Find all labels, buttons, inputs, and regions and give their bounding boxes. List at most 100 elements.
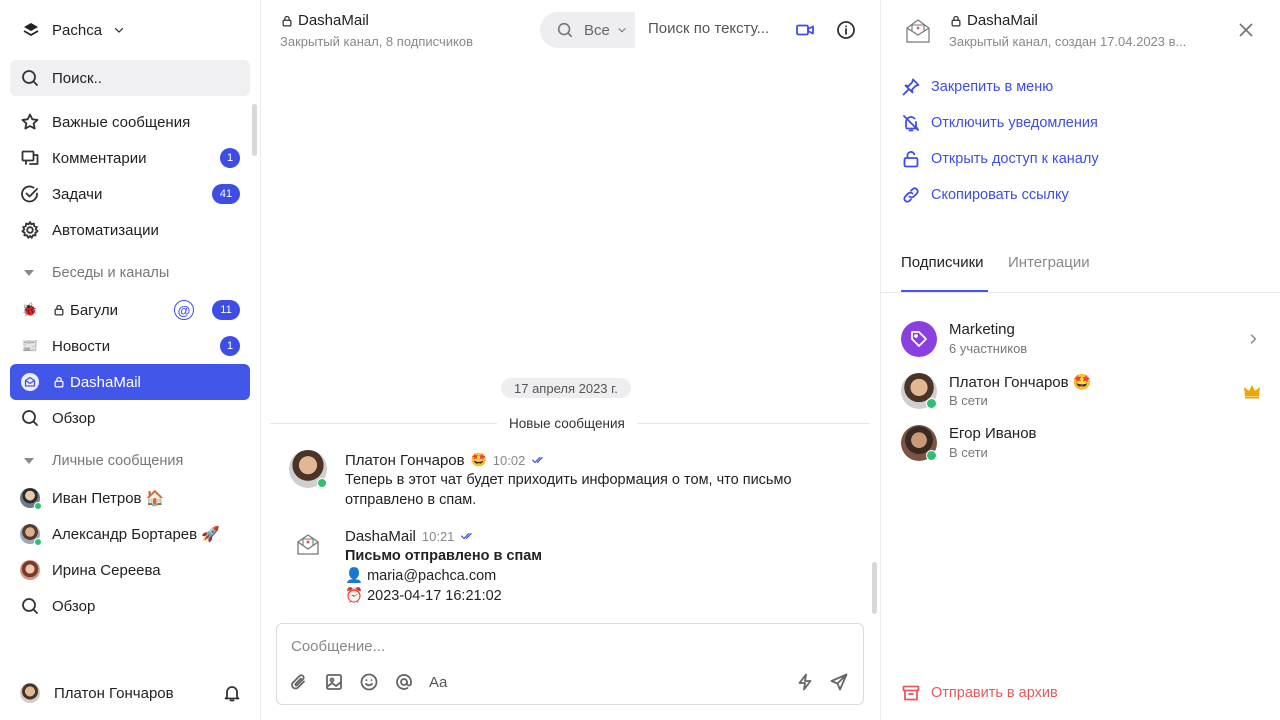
member-name: Егор Иванов — [949, 425, 1037, 442]
sidebar-item-label: Обзор — [52, 597, 96, 615]
text-search-input[interactable]: Поиск по тексту... — [648, 20, 769, 37]
section-label: Личные сообщения — [52, 453, 184, 469]
chevron-down-icon — [618, 28, 626, 33]
bell-icon[interactable] — [222, 683, 242, 703]
details-title: DashaMail — [949, 12, 1038, 29]
active-tab-underline — [901, 290, 988, 292]
action-label: Открыть доступ к каналу — [931, 151, 1099, 167]
sidebar-item-channels-overview[interactable]: Обзор — [10, 400, 250, 436]
smiley-icon[interactable] — [359, 672, 379, 692]
message-composer[interactable]: Сообщение... Aa — [276, 623, 864, 705]
sidebar-item-comments[interactable]: Комментарии 1 — [10, 140, 250, 176]
star-icon — [21, 113, 39, 130]
text-format-button[interactable]: Aa — [429, 674, 449, 691]
avatar — [20, 560, 40, 580]
chat-scrollbar[interactable] — [872, 562, 877, 614]
newspaper-emoji-icon: 📰 — [21, 338, 39, 353]
unread-badge: 11 — [212, 300, 240, 320]
lock-icon — [54, 304, 64, 316]
sidebar-item-channel-baguli[interactable]: 🐞 Багули @ 11 — [10, 292, 250, 328]
copy-link-button[interactable]: Скопировать ссылку — [901, 185, 1069, 205]
current-user-avatar — [20, 683, 40, 703]
sidebar-item-label: Новости — [52, 337, 111, 355]
sidebar-scrollbar[interactable] — [252, 104, 257, 156]
new-messages-label: Новые сообщения — [497, 416, 637, 431]
online-status-dot — [34, 538, 42, 546]
paperclip-icon[interactable] — [289, 672, 309, 692]
at-mention-icon[interactable] — [394, 672, 414, 692]
tab-subscribers[interactable]: Подписчики — [901, 254, 984, 271]
sidebar-item-channel-news[interactable]: 📰 Новости 1 — [10, 328, 250, 364]
search-icon — [22, 598, 38, 614]
channel-title[interactable]: DashaMail — [280, 12, 369, 29]
chevron-right-icon — [1250, 334, 1257, 344]
send-icon[interactable] — [829, 672, 849, 692]
sidebar-item-dm-overview[interactable]: Обзор — [10, 588, 250, 624]
lightning-icon[interactable] — [795, 672, 815, 692]
message-item[interactable]: Платон Гончаров 🤩 10:02 Теперь в этот ча… — [289, 450, 815, 510]
double-check-icon — [461, 533, 473, 539]
action-label: Закрепить в меню — [931, 79, 1054, 95]
mail-envelope-icon — [297, 534, 319, 555]
sidebar-item-dm-irina[interactable]: Ирина Сереева — [10, 552, 250, 588]
sidebar-item-label: DashaMail — [70, 373, 141, 391]
tab-integrations[interactable]: Интеграции — [1008, 254, 1090, 271]
unread-badge: 1 — [220, 336, 240, 356]
details-title-text: DashaMail — [967, 12, 1038, 29]
search-icon — [557, 22, 573, 38]
collapse-triangle-icon — [24, 458, 34, 464]
message-item[interactable]: DashaMail 10:21 Письмо отправлено в спам… — [289, 526, 542, 606]
unread-badge: 1 — [220, 148, 240, 168]
archive-channel-button[interactable]: Отправить в архив — [901, 683, 1058, 703]
member-subtitle: В сети — [949, 445, 988, 460]
member-avatar — [901, 373, 937, 409]
online-status-dot — [926, 398, 937, 409]
pin-to-menu-button[interactable]: Закрепить в меню — [901, 77, 1053, 97]
member-group-marketing[interactable]: Marketing 6 участников — [901, 321, 1261, 357]
close-icon[interactable] — [1236, 20, 1256, 40]
dashamail-bot-avatar[interactable] — [289, 526, 327, 564]
info-icon[interactable] — [836, 20, 856, 40]
sidebar-search[interactable]: Поиск.. — [10, 60, 250, 96]
image-icon[interactable] — [324, 672, 344, 692]
sidebar-item-tasks[interactable]: Задачи 41 — [10, 176, 250, 212]
check-circle-icon — [21, 185, 38, 203]
online-status-dot — [926, 450, 937, 461]
bug-emoji-icon: 🐞 — [21, 302, 39, 317]
workspace-switcher[interactable]: Pachca — [20, 18, 126, 42]
comments-icon — [21, 150, 39, 165]
sidebar-item-important[interactable]: Важные сообщения — [10, 104, 250, 140]
action-label: Скопировать ссылку — [931, 187, 1069, 203]
action-label: Отключить уведомления — [931, 115, 1098, 131]
message-filter-dropdown[interactable]: Все — [540, 12, 635, 48]
chat-pane: DashaMail Закрытый канал, 8 подписчиков … — [261, 0, 880, 720]
member-platon[interactable]: Платон Гончаров 🤩 В сети — [901, 373, 1261, 409]
dm-section-header[interactable]: Личные сообщения — [20, 453, 183, 469]
message-input[interactable]: Сообщение... — [291, 638, 385, 655]
message-author-name[interactable]: DashaMail — [345, 528, 416, 545]
message-text: Теперь в этот чат будет приходить информ… — [345, 472, 792, 508]
tag-icon — [911, 331, 927, 347]
channels-section-header[interactable]: Беседы и каналы — [20, 265, 169, 281]
sidebar-item-label: Важные сообщения — [52, 113, 191, 131]
video-camera-icon[interactable] — [795, 20, 815, 40]
search-icon — [22, 410, 38, 426]
open-channel-access-button[interactable]: Открыть доступ к каналу — [901, 149, 1099, 169]
sidebar-item-dm-alexander[interactable]: Александр Бортарев 🚀 — [10, 516, 250, 552]
unread-badge: 41 — [212, 184, 240, 204]
sidebar-item-channel-dashamail[interactable]: DashaMail — [10, 364, 250, 400]
avatar — [20, 524, 42, 546]
mute-notifications-button[interactable]: Отключить уведомления — [901, 113, 1098, 133]
crown-icon — [1244, 385, 1260, 399]
message-author-name[interactable]: Платон Гончаров — [345, 452, 465, 469]
member-egor[interactable]: Егор Иванов В сети — [901, 425, 1261, 461]
sidebar-item-automations[interactable]: Автоматизации — [10, 212, 250, 248]
member-name: Платон Гончаров 🤩 — [949, 374, 1092, 391]
current-user-bar[interactable]: Платон Гончаров — [20, 683, 242, 703]
bell-off-icon — [903, 115, 919, 132]
message-time: 10:21 — [421, 528, 455, 544]
member-name: Marketing — [949, 321, 1015, 338]
message-author-avatar[interactable] — [289, 450, 327, 488]
gear-icon — [21, 221, 39, 239]
sidebar-item-dm-ivan[interactable]: Иван Петров 🏠 — [10, 480, 250, 516]
